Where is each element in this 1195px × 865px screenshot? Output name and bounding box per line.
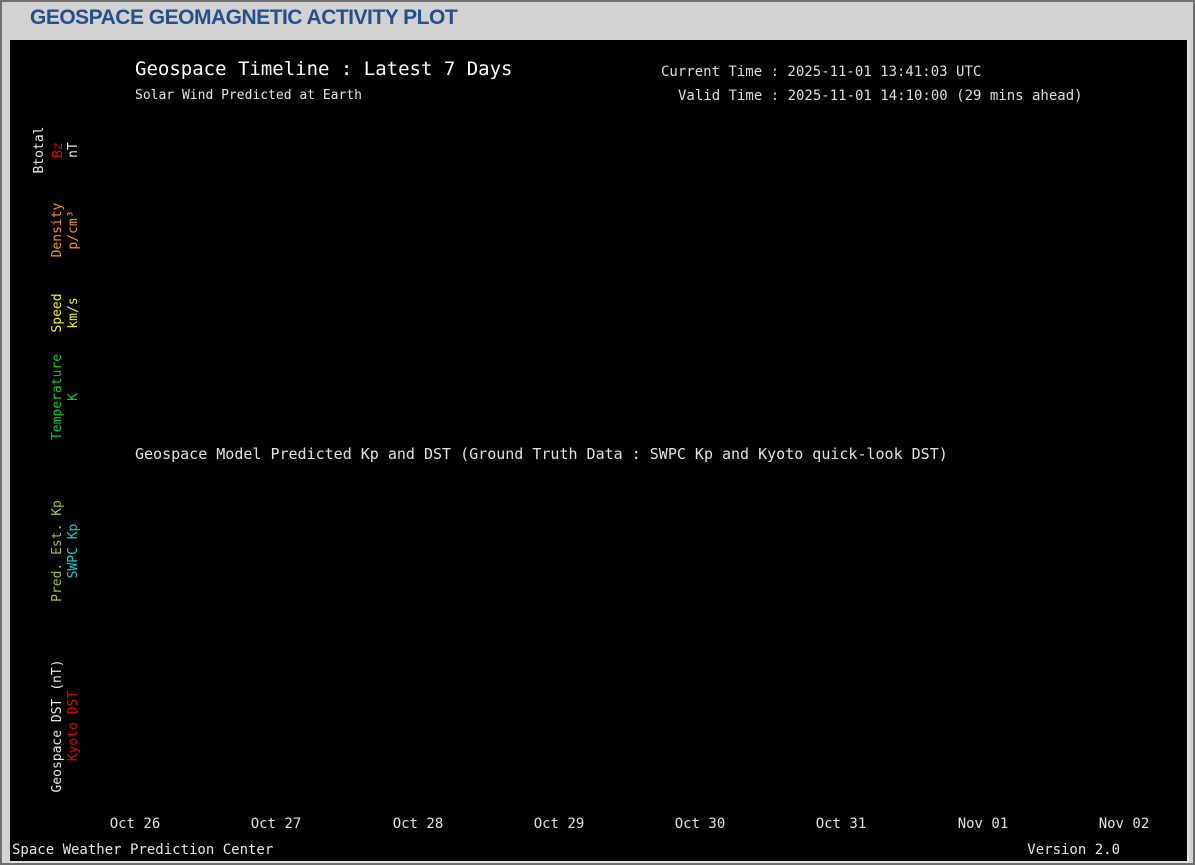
x-axis-label: Oct 29: [514, 817, 604, 832]
valid-time-label: Valid Time : 2025-11-01 14:10:00 (29 min…: [678, 89, 1083, 104]
y-axis-label-temperature-unit: K: [66, 307, 82, 487]
x-axis-label: Nov 01: [938, 817, 1028, 832]
footer-version: Version 2.0: [1027, 843, 1120, 858]
y-axis-label-swpc-kp: SWPC Kp: [66, 461, 82, 641]
geospace-activity-page: GEOSPACE GEOMAGNETIC ACTIVITY PLOT Geosp…: [0, 0, 1195, 865]
y-axis-label-geospace-dst: Geospace DST (nT): [50, 636, 66, 816]
footer-organization: Space Weather Prediction Center: [12, 843, 273, 858]
y-axis-label-pred-est-kp: Pred. Est. Kp: [50, 461, 66, 641]
y-axis-label-btotal: Btotal: [32, 60, 48, 240]
x-axis-label: Oct 31: [796, 817, 886, 832]
x-axis-label: Oct 26: [90, 817, 180, 832]
page-title: GEOSPACE GEOMAGNETIC ACTIVITY PLOT: [30, 6, 457, 30]
x-axis-label: Oct 27: [231, 817, 321, 832]
x-axis-label: Oct 30: [655, 817, 745, 832]
x-axis-label: Nov 02: [1079, 817, 1169, 832]
plot-title: Geospace Timeline : Latest 7 Days: [135, 59, 513, 80]
plot-subtitle: Solar Wind Predicted at Earth: [135, 89, 362, 103]
y-axis-label-temperature: Temperature: [50, 307, 66, 487]
geospace-plot-canvas: [2, 2, 1195, 865]
kp-dst-section-title: Geospace Model Predicted Kp and DST (Gro…: [135, 446, 948, 463]
x-axis-label: Oct 28: [373, 817, 463, 832]
y-axis-label-kyoto-dst: Kyoto DST: [66, 636, 82, 816]
current-time-label: Current Time : 2025-11-01 13:41:03 UTC: [661, 65, 981, 80]
